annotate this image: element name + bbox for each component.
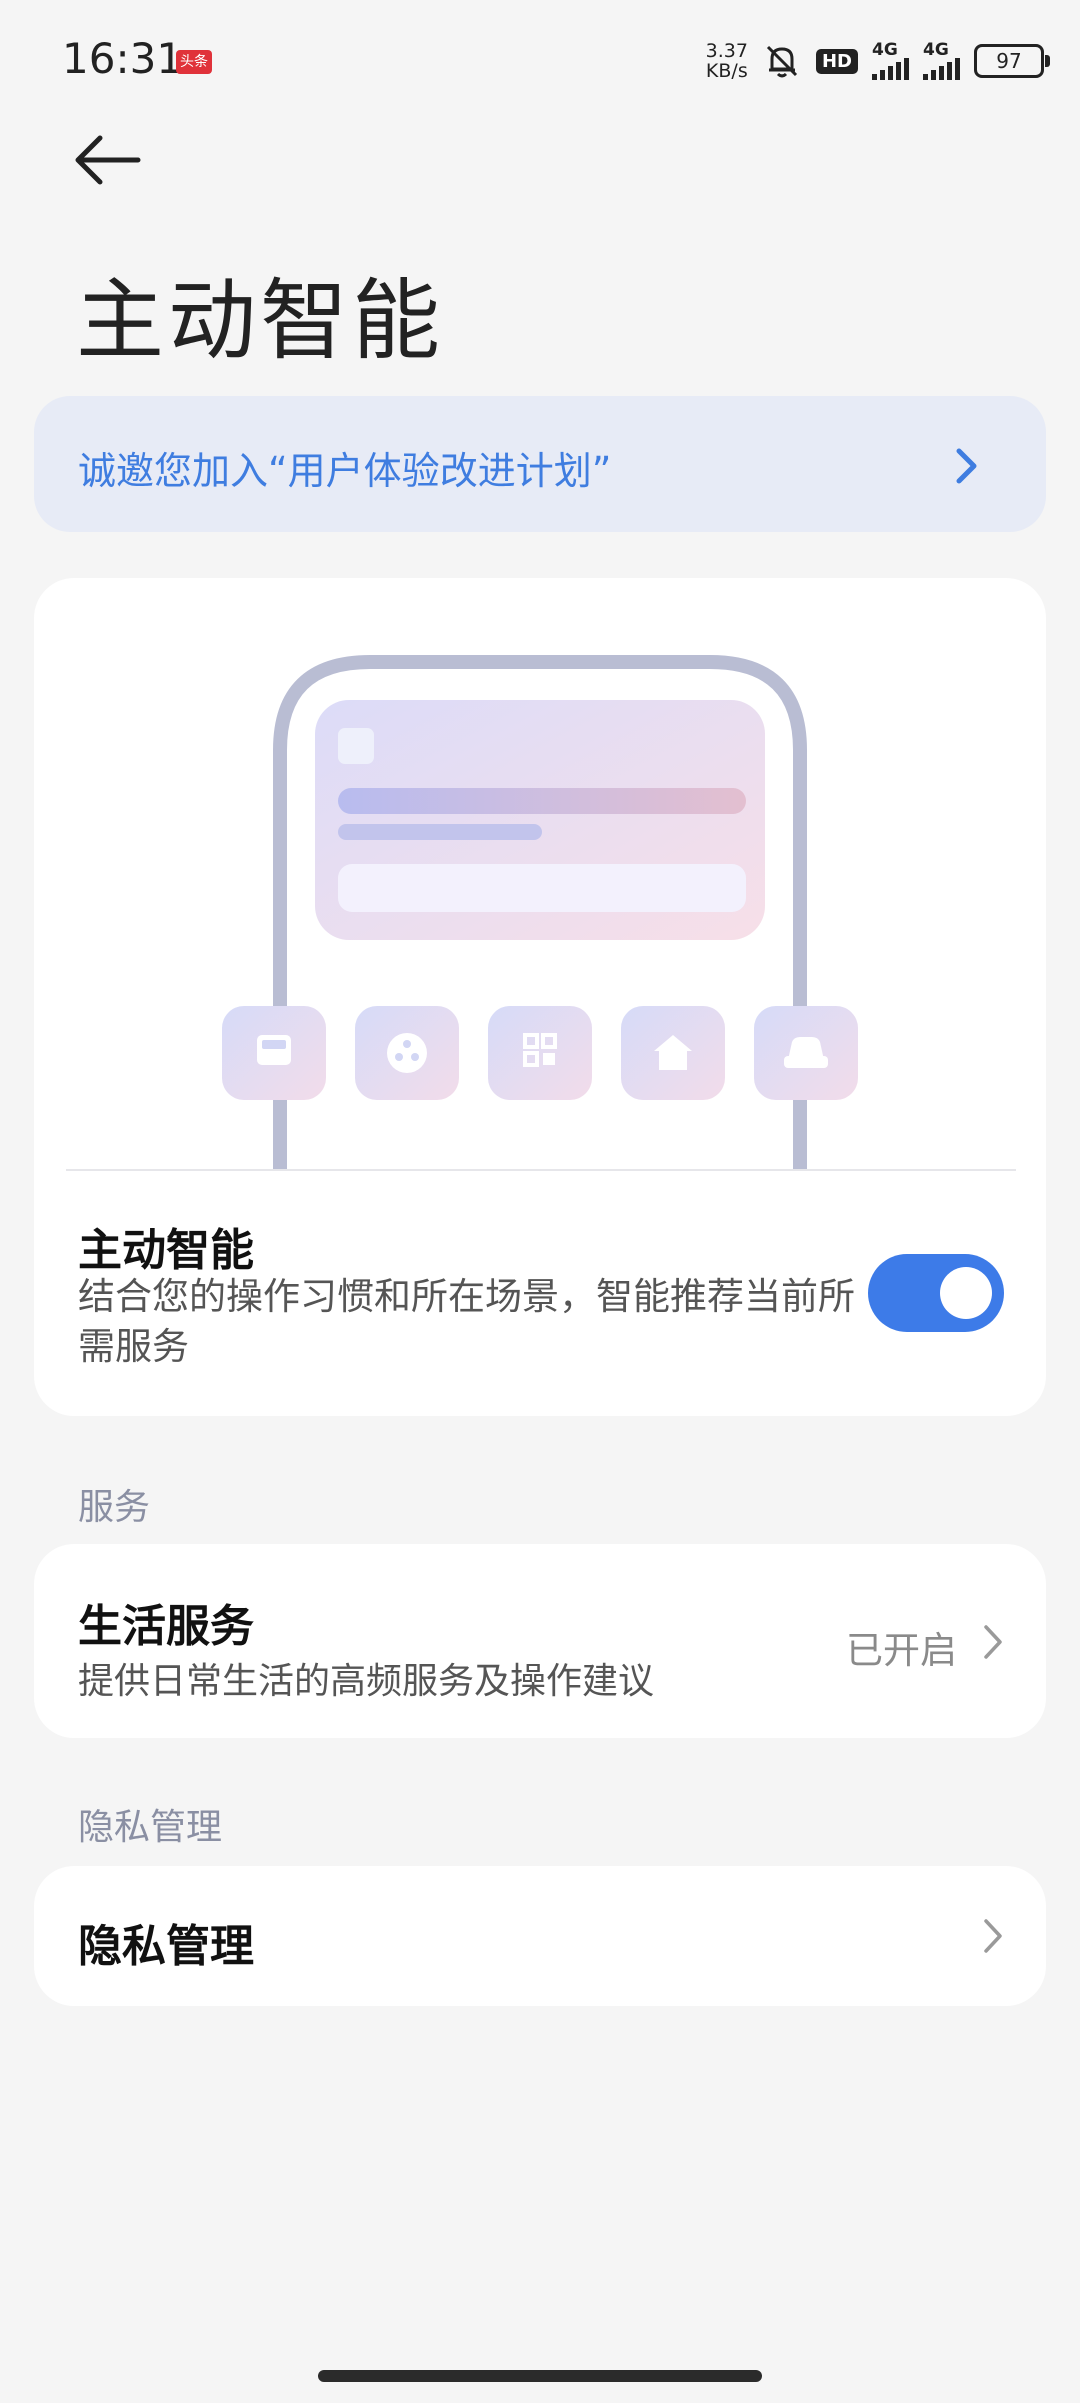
- network-speed: 3.37 KB/s: [705, 40, 748, 82]
- phone-illustration: [222, 655, 858, 1170]
- bell-muted-icon: [766, 45, 798, 78]
- home-icon: [621, 1006, 725, 1100]
- signal-2: 4G: [923, 42, 960, 80]
- signal-1: 4G: [872, 42, 909, 80]
- film-reel-icon: [355, 1006, 459, 1100]
- status-time: 16:31: [62, 34, 184, 83]
- status-icons: 3.37 KB/s HD 4G 4G 97: [705, 36, 1050, 86]
- smart-title: 主动智能: [78, 1225, 254, 1276]
- arrow-left-icon[interactable]: [72, 130, 142, 190]
- privacy-title: 隐私管理: [78, 1921, 254, 1972]
- chevron-right-icon: [956, 448, 977, 484]
- car-icon: [754, 1006, 858, 1100]
- toggle-knob: [940, 1267, 992, 1319]
- divider: [66, 1169, 1016, 1171]
- signal-bars-icon: [923, 58, 960, 80]
- battery-icon: 97: [974, 44, 1050, 78]
- life-service-description: 提供日常生活的高频服务及操作建议: [78, 1661, 655, 1702]
- page-title: 主动智能: [76, 269, 445, 372]
- smart-toggle[interactable]: [868, 1254, 1004, 1332]
- chevron-right-icon: [984, 1919, 1002, 1953]
- banner-text: 诚邀您加入“用户体验改进计划”: [78, 449, 612, 493]
- chevron-right-icon: [984, 1625, 1002, 1659]
- home-indicator[interactable]: [318, 2370, 762, 2382]
- signal-bars-icon: [872, 58, 909, 80]
- app-notification-badge: 头条: [176, 50, 212, 74]
- qr-code-icon: [488, 1006, 592, 1100]
- smart-description: 结合您的操作习惯和所在场景，智能推荐当前所需服务: [78, 1275, 855, 1368]
- bus-icon: [222, 1006, 326, 1100]
- hd-voice-icon: HD: [815, 48, 858, 74]
- life-service-status: 已开启: [846, 1629, 957, 1672]
- section-label-services: 服务: [78, 1487, 151, 1528]
- life-service-title: 生活服务: [78, 1601, 254, 1652]
- section-label-privacy: 隐私管理: [78, 1807, 223, 1848]
